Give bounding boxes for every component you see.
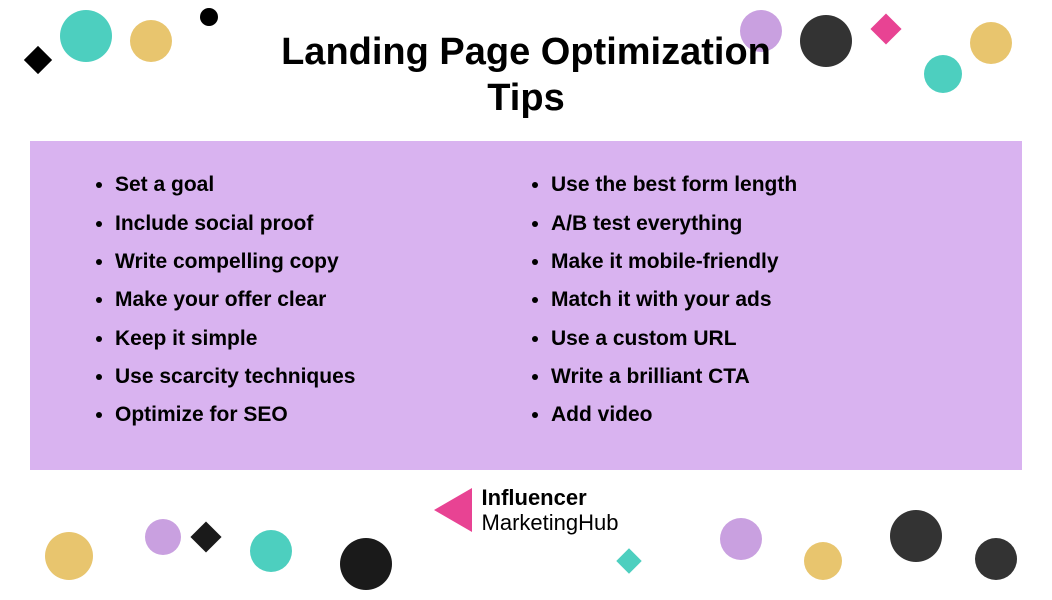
- list-item: Use the best form length: [551, 171, 962, 199]
- list-item: Set a goal: [115, 171, 526, 199]
- list-item: Keep it simple: [115, 325, 526, 353]
- list-item: Include social proof: [115, 210, 526, 238]
- left-column: Set a goal Include social proof Write co…: [90, 171, 526, 439]
- list-item: Write compelling copy: [115, 248, 526, 276]
- list-item: Use a custom URL: [551, 325, 962, 353]
- logo-text: Influencer MarketingHub: [482, 485, 619, 536]
- list-item: Match it with your ads: [551, 286, 962, 314]
- list-item: Make your offer clear: [115, 286, 526, 314]
- page: Landing Page Optimization Tips Set a goa…: [0, 0, 1052, 600]
- logo-arrow-icon: [434, 488, 472, 532]
- list-item: Add video: [551, 401, 962, 429]
- left-tip-list: Set a goal Include social proof Write co…: [90, 171, 526, 429]
- list-item: Use scarcity techniques: [115, 363, 526, 391]
- list-item: Make it mobile-friendly: [551, 248, 962, 276]
- list-item: Write a brilliant CTA: [551, 363, 962, 391]
- logo: Influencer MarketingHub: [434, 485, 619, 536]
- logo-marketinghub: MarketingHub: [482, 510, 619, 535]
- header: Landing Page Optimization Tips: [0, 0, 1052, 141]
- right-tip-list: Use the best form length A/B test everyt…: [526, 171, 962, 429]
- main-title: Landing Page Optimization Tips: [20, 30, 1032, 121]
- content-area: Set a goal Include social proof Write co…: [30, 141, 1022, 469]
- logo-influencer: Influencer: [482, 485, 619, 510]
- right-column: Use the best form length A/B test everyt…: [526, 171, 962, 439]
- deco-diamond-teal-bottom: [616, 548, 641, 573]
- list-item: Optimize for SEO: [115, 401, 526, 429]
- list-item: A/B test everything: [551, 210, 962, 238]
- footer: Influencer MarketingHub: [0, 470, 1052, 551]
